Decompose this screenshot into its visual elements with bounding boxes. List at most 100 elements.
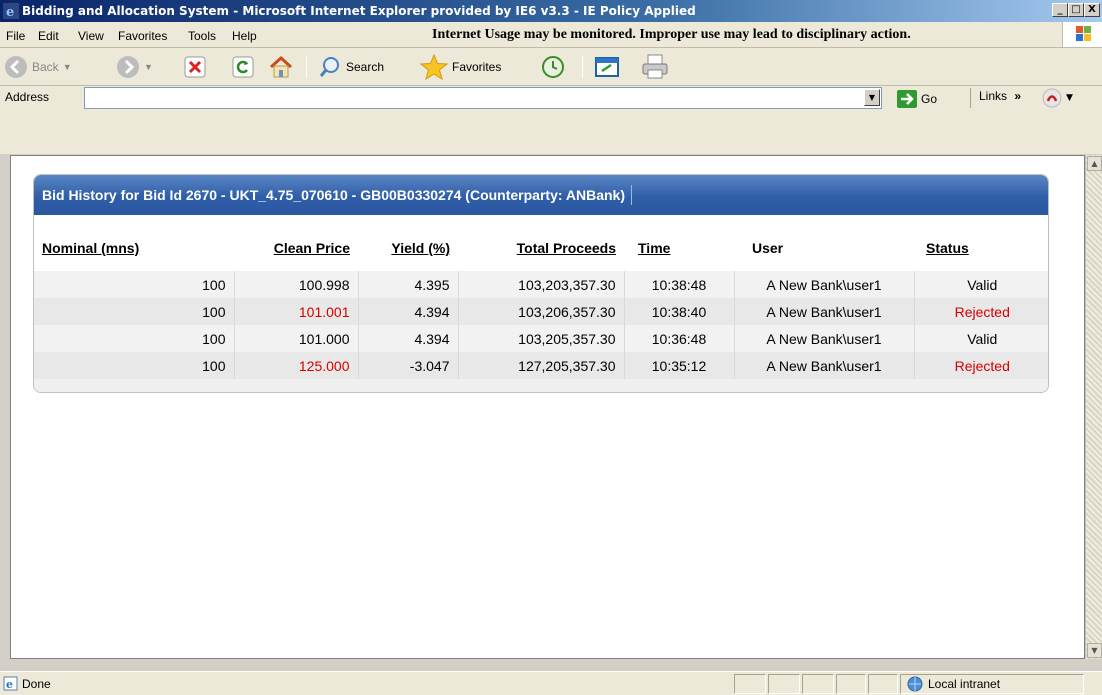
search-button[interactable]: Search bbox=[318, 53, 384, 81]
pdf-button[interactable]: ▼ bbox=[1042, 88, 1073, 108]
cell-yield: -3.047 bbox=[358, 352, 459, 379]
toolbar: Back ▼ ▼ Search Favorites bbox=[0, 48, 1102, 86]
stop-icon bbox=[184, 56, 206, 78]
cell-time: 10:36:48 bbox=[624, 325, 735, 352]
cell-nominal: 100 bbox=[34, 325, 235, 352]
favorites-label: Favorites bbox=[452, 60, 502, 74]
chevron-right-icon: » bbox=[1014, 89, 1022, 103]
print-button[interactable] bbox=[640, 53, 670, 81]
cell-user: A New Bank\user1 bbox=[734, 325, 915, 352]
title-bar: e Bidding and Allocation System - Micros… bbox=[0, 0, 1102, 22]
close-button[interactable]: X bbox=[1084, 3, 1100, 17]
toolbar-separator bbox=[306, 56, 307, 78]
stop-button[interactable] bbox=[184, 53, 206, 81]
menu-help[interactable]: Help bbox=[232, 29, 257, 43]
star-icon bbox=[420, 54, 448, 80]
bid-history-panel: Bid History for Bid Id 2670 - UKT_4.75_0… bbox=[33, 174, 1049, 393]
status-cell bbox=[734, 674, 766, 694]
cell-time: 10:38:48 bbox=[624, 271, 735, 298]
table-footer bbox=[34, 379, 1048, 392]
address-separator bbox=[970, 88, 971, 108]
media-button[interactable] bbox=[594, 53, 620, 81]
cell-user: A New Bank\user1 bbox=[734, 271, 915, 298]
address-input[interactable] bbox=[84, 87, 882, 109]
go-arrow-icon bbox=[897, 90, 917, 108]
cell-total-proceeds: 103,205,357.30 bbox=[458, 325, 625, 352]
maximize-button[interactable]: □ bbox=[1068, 3, 1084, 17]
table-row: 100 100.998 4.395 103,203,357.30 10:38:4… bbox=[34, 271, 1048, 298]
status-cell bbox=[868, 674, 898, 694]
home-icon bbox=[269, 55, 293, 78]
address-dropdown-icon[interactable]: ▼ bbox=[864, 89, 880, 106]
window-title: Bidding and Allocation System - Microsof… bbox=[22, 4, 696, 18]
address-bar: Address ▼ Go Links » ▼ bbox=[0, 86, 1102, 154]
cell-user: A New Bank\user1 bbox=[734, 352, 915, 379]
toolbar-separator bbox=[582, 56, 583, 78]
status-cell bbox=[768, 674, 800, 694]
pdf-icon bbox=[1042, 88, 1062, 108]
back-dropdown-icon[interactable]: ▼ bbox=[63, 62, 72, 72]
refresh-button[interactable] bbox=[232, 53, 254, 81]
status-text: Done bbox=[22, 677, 51, 691]
cell-total-proceeds: 103,206,357.30 bbox=[458, 298, 625, 325]
go-button[interactable]: Go bbox=[896, 89, 937, 109]
vertical-scrollbar[interactable]: ▲ ▼ bbox=[1085, 155, 1102, 659]
media-icon bbox=[595, 57, 619, 77]
forward-button[interactable]: ▼ bbox=[116, 53, 153, 81]
scroll-up-arrow-icon[interactable]: ▲ bbox=[1087, 156, 1102, 171]
back-arrow-icon bbox=[5, 56, 27, 78]
forward-arrow-icon bbox=[117, 56, 139, 78]
cell-nominal: 100 bbox=[34, 298, 235, 325]
footer-cell bbox=[34, 379, 1048, 392]
forward-dropdown-icon[interactable]: ▼ bbox=[144, 62, 153, 72]
history-icon bbox=[542, 56, 564, 78]
ie-logo-icon: e bbox=[3, 3, 19, 19]
svg-text:e: e bbox=[6, 678, 13, 691]
menu-edit[interactable]: Edit bbox=[38, 29, 59, 43]
cell-nominal: 100 bbox=[34, 271, 235, 298]
cell-clean-price: 125.000 bbox=[234, 352, 359, 379]
col-status[interactable]: Status bbox=[914, 225, 1048, 271]
search-icon bbox=[319, 57, 339, 77]
menu-file[interactable]: File bbox=[6, 29, 25, 43]
col-yield[interactable]: Yield (%) bbox=[358, 225, 458, 271]
pdf-dropdown-icon[interactable]: ▼ bbox=[1066, 93, 1073, 103]
table-row: 100 101.000 4.394 103,205,357.30 10:36:4… bbox=[34, 325, 1048, 352]
ie-page-icon: e bbox=[3, 676, 18, 691]
search-label: Search bbox=[346, 60, 385, 74]
windows-logo-icon bbox=[1062, 22, 1102, 47]
bid-history-table: Nominal (mns) Clean Price Yield (%) Tota… bbox=[34, 225, 1048, 392]
back-button[interactable]: Back ▼ bbox=[4, 53, 72, 81]
menu-favorites[interactable]: Favorites bbox=[118, 29, 167, 43]
links-label: Links bbox=[979, 89, 1008, 103]
col-total-proceeds[interactable]: Total Proceeds bbox=[458, 225, 624, 271]
panel-title: Bid History for Bid Id 2670 - UKT_4.75_0… bbox=[42, 187, 626, 203]
cell-total-proceeds: 127,205,357.30 bbox=[458, 352, 625, 379]
printer-icon bbox=[642, 54, 668, 79]
cell-yield: 4.394 bbox=[358, 325, 459, 352]
table-row: 100 125.000 -3.047 127,205,357.30 10:35:… bbox=[34, 352, 1048, 379]
scroll-down-arrow-icon[interactable]: ▼ bbox=[1087, 643, 1102, 658]
content-pane: Bid History for Bid Id 2670 - UKT_4.75_0… bbox=[10, 155, 1085, 659]
panel-header: Bid History for Bid Id 2670 - UKT_4.75_0… bbox=[34, 175, 1048, 215]
col-nominal[interactable]: Nominal (mns) bbox=[34, 225, 234, 271]
status-cell bbox=[836, 674, 866, 694]
cell-status: Rejected bbox=[914, 352, 1048, 379]
minimize-button[interactable]: _ bbox=[1052, 3, 1068, 17]
menu-view[interactable]: View bbox=[78, 29, 104, 43]
status-bar: e Done Local intranet bbox=[0, 671, 1102, 695]
menu-tools[interactable]: Tools bbox=[188, 29, 216, 43]
history-button[interactable] bbox=[540, 53, 566, 81]
table-row: 100 101.001 4.394 103,206,357.30 10:38:4… bbox=[34, 298, 1048, 325]
go-label: Go bbox=[921, 92, 938, 106]
col-clean-price[interactable]: Clean Price bbox=[234, 225, 358, 271]
col-time[interactable]: Time bbox=[624, 225, 734, 271]
links-button[interactable]: Links » bbox=[979, 89, 1021, 103]
back-label: Back bbox=[32, 60, 59, 74]
menu-bar: File Edit View Favorites Tools Help Inte… bbox=[0, 22, 1102, 48]
home-button[interactable] bbox=[268, 53, 294, 81]
header-separator bbox=[631, 185, 633, 205]
col-user[interactable]: User bbox=[734, 225, 914, 271]
svg-text:e: e bbox=[6, 5, 14, 19]
favorites-button[interactable]: Favorites bbox=[420, 53, 501, 81]
